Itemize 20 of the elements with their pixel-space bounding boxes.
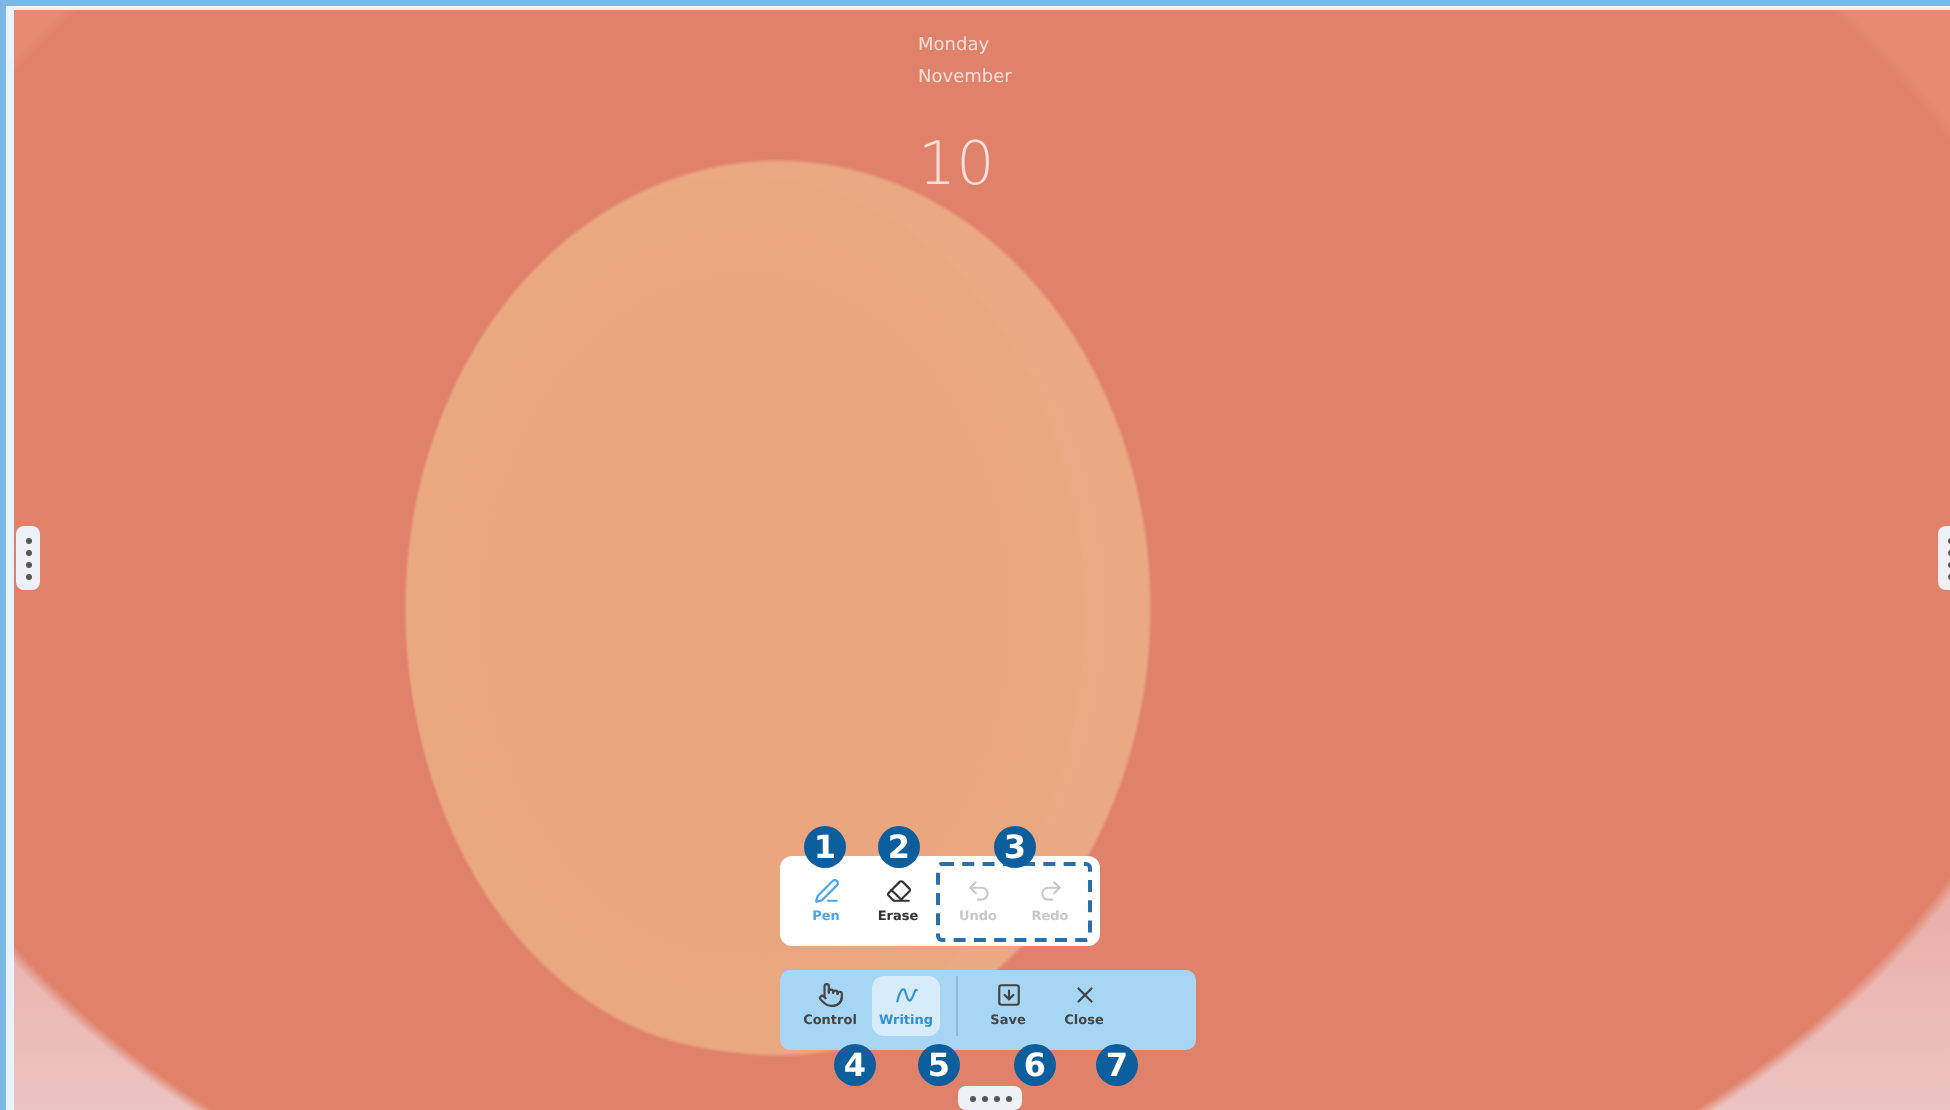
side-handle[interactable] <box>16 526 40 590</box>
squiggle-line-icon <box>893 982 919 1008</box>
hand-pointer-icon <box>817 982 843 1008</box>
day-text: 10 <box>918 130 995 200</box>
redo-icon <box>1037 877 1063 903</box>
close-icon <box>1071 982 1097 1008</box>
callout-number-badge: 2 <box>878 826 920 868</box>
download-icon <box>995 982 1021 1008</box>
callout-number-badge: 1 <box>804 826 846 868</box>
callout-number-badge: 3 <box>994 826 1036 868</box>
callout-number-badge: 7 <box>1096 1044 1138 1086</box>
eraser-icon <box>885 877 911 903</box>
month-text: November <box>918 68 1012 88</box>
callout-number-badge: 5 <box>918 1044 960 1086</box>
bottom-handle[interactable] <box>958 1086 1022 1110</box>
pen-icon <box>813 877 839 903</box>
callout-number-badge: 6 <box>1014 1044 1056 1086</box>
weekday-text: Monday <box>918 36 990 56</box>
undo-icon <box>965 877 991 903</box>
callout-number-badge: 4 <box>834 1044 876 1086</box>
